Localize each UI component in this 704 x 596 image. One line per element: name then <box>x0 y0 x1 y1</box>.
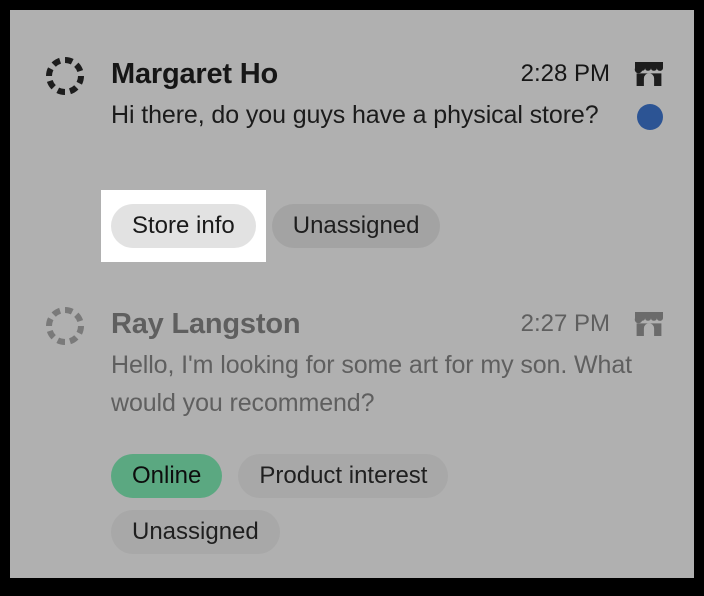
contact-name: Ray Langston <box>111 308 301 340</box>
tag-row: Store info Unassigned <box>111 204 441 248</box>
screenshot-frame: Margaret Ho 2:28 PM Hi there, do you guy… <box>0 0 704 596</box>
tag-online[interactable]: Online <box>111 454 223 498</box>
message-preview: Hi there, do you guys have a physical st… <box>111 101 599 129</box>
tag-row: Online Product interest <box>111 454 449 498</box>
unread-indicator-dot <box>637 104 663 130</box>
message-timestamp: 2:28 PM <box>520 60 610 87</box>
tag-unassigned[interactable]: Unassigned <box>111 510 280 554</box>
dashed-circle-avatar-icon <box>43 54 87 98</box>
conversation-list: Margaret Ho 2:28 PM Hi there, do you guy… <box>10 10 694 578</box>
storefront-icon <box>634 310 664 338</box>
message-timestamp: 2:27 PM <box>520 310 610 337</box>
contact-name: Margaret Ho <box>111 58 278 90</box>
tag-store-info[interactable]: Store info <box>111 204 256 248</box>
tag-list: Online Product interest Unassigned <box>111 454 449 566</box>
tag-product-interest[interactable]: Product interest <box>238 454 449 498</box>
message-preview: Hello, I'm looking for some art for my s… <box>111 351 632 417</box>
dashed-circle-avatar-icon <box>43 304 87 348</box>
storefront-icon <box>634 60 664 88</box>
tag-row: Unassigned <box>111 510 448 554</box>
tag-unassigned[interactable]: Unassigned <box>271 204 441 248</box>
